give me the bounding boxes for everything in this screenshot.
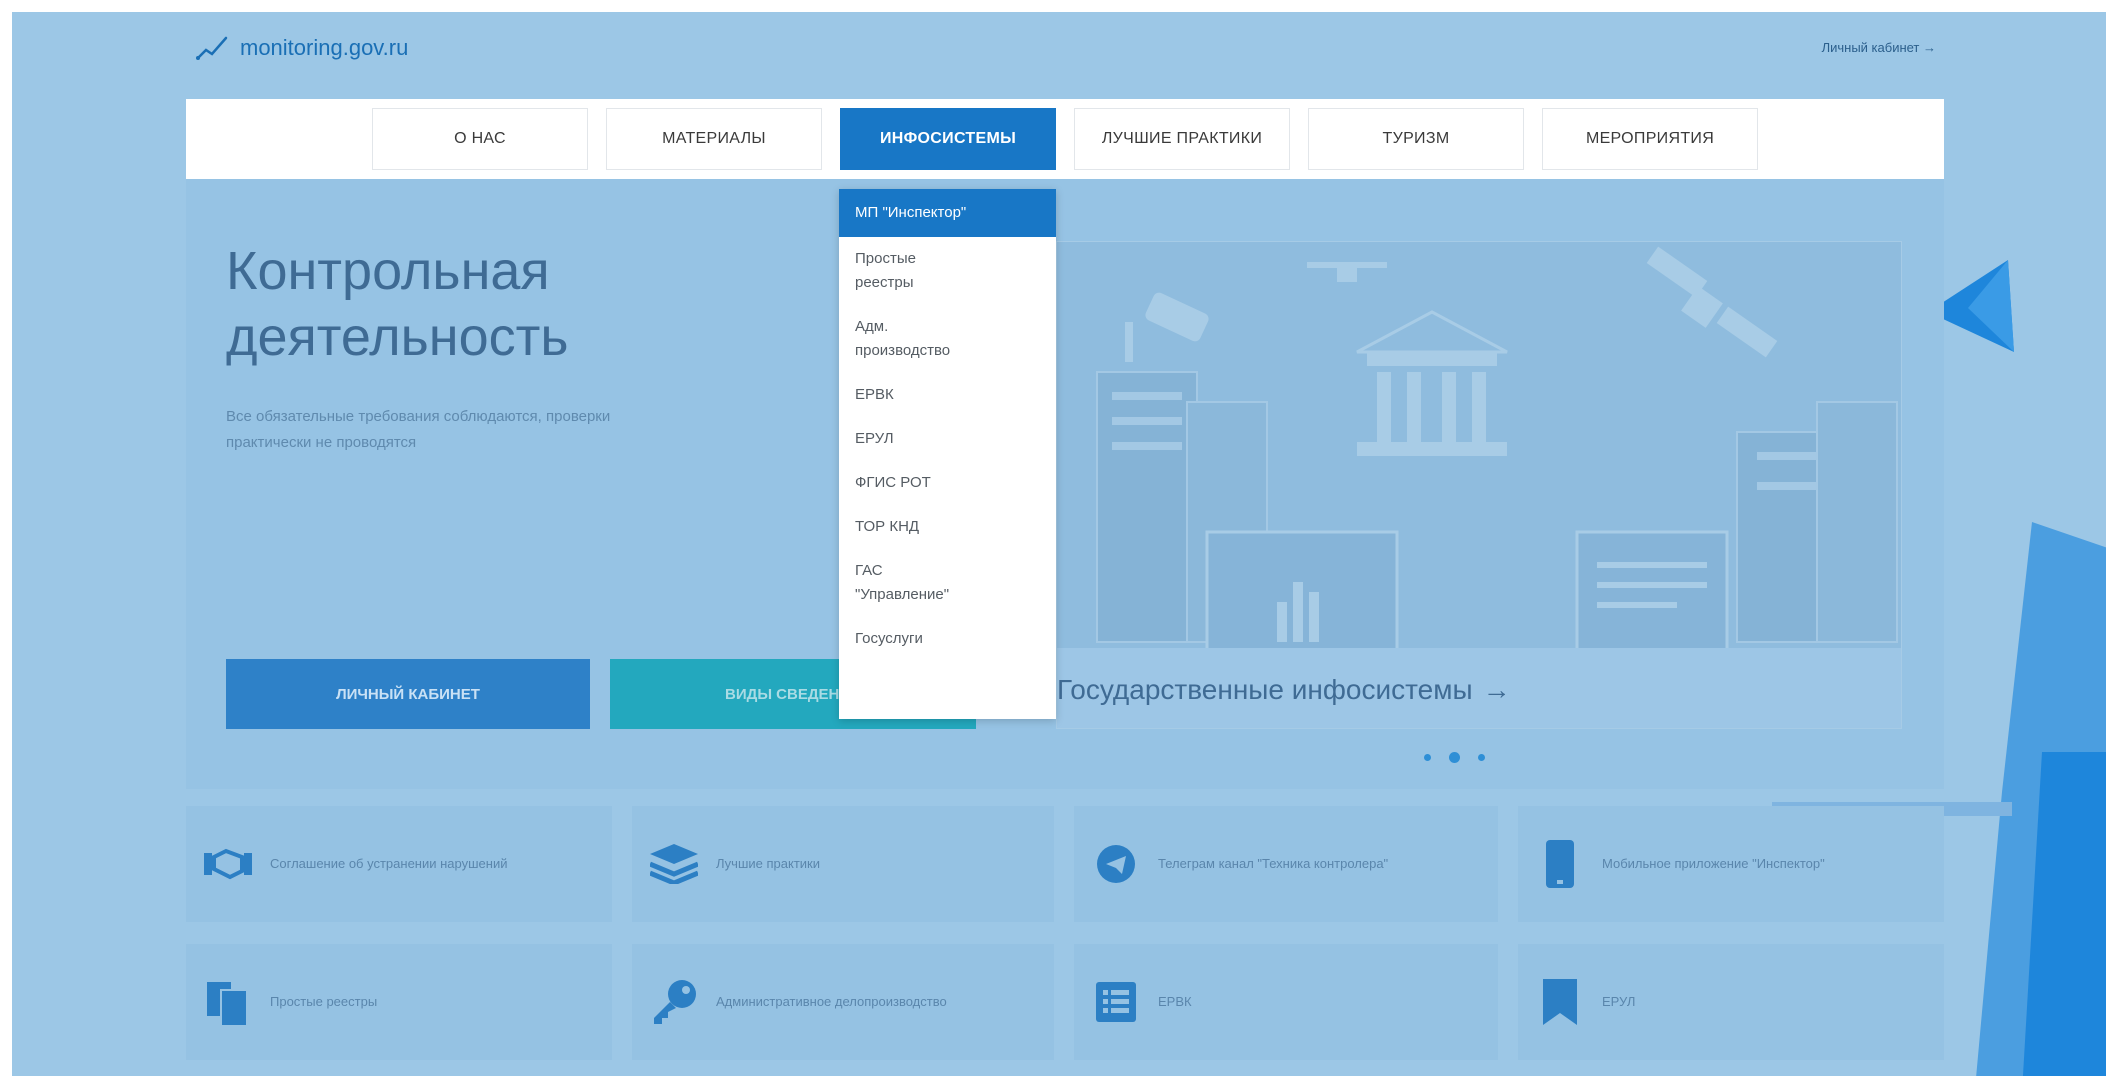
tile-label: Мобильное приложение "Инспектор" bbox=[1602, 856, 1825, 871]
nav-item-about[interactable]: О НАС bbox=[372, 108, 588, 170]
slider-dots bbox=[1424, 752, 1485, 763]
tile-ervk[interactable]: ЕРВК bbox=[1074, 944, 1498, 1060]
slider-dot[interactable] bbox=[1424, 754, 1431, 761]
telegram-icon bbox=[1092, 840, 1140, 888]
dropdown-item-gosuslugi[interactable]: Госуслуги bbox=[839, 617, 1056, 661]
layers-icon bbox=[650, 840, 698, 888]
handshake-icon bbox=[204, 840, 252, 888]
tile-simple-registries[interactable]: Простые реестры bbox=[186, 944, 612, 1060]
tile-admin-proceedings[interactable]: Административное делопроизводство bbox=[632, 944, 1054, 1060]
title-line: Контрольная bbox=[226, 241, 550, 301]
tile-telegram[interactable]: Телеграм канал "Техника контролера" bbox=[1074, 806, 1498, 922]
tile-label: ЕРУЛ bbox=[1602, 994, 1636, 1009]
mobile-phone-icon bbox=[1536, 840, 1584, 888]
nav-item-tourism[interactable]: ТУРИЗМ bbox=[1308, 108, 1524, 170]
slide-caption-text: Государственные инфосистемы bbox=[1057, 674, 1473, 705]
slide-caption[interactable]: Государственные инфосистемы → bbox=[1057, 674, 1511, 706]
dropdown-item-simple-registries[interactable]: Простые реестры bbox=[839, 237, 1056, 305]
infosystems-dropdown: МП "Инспектор" Простые реестры Адм. произв… bbox=[839, 189, 1056, 719]
nav-item-materials[interactable]: МАТЕРИАЛЫ bbox=[606, 108, 822, 170]
nav-item-infosystems[interactable]: ИНФОСИСТЕМЫ bbox=[840, 108, 1056, 170]
logo-text: monitoring.gov.ru bbox=[240, 35, 409, 60]
key-icon bbox=[650, 978, 698, 1026]
bookmark-icon bbox=[1536, 978, 1584, 1026]
tile-label: Простые реестры bbox=[270, 994, 378, 1009]
title-line: деятельность bbox=[226, 307, 569, 367]
tile-erul[interactable]: ЕРУЛ bbox=[1518, 944, 1944, 1060]
tile-label: Соглашение об устранении нарушений bbox=[270, 856, 508, 871]
chart-line-icon bbox=[196, 36, 228, 60]
dropdown-item-erul[interactable]: ЕРУЛ bbox=[839, 417, 1056, 461]
nav-item-best-practices[interactable]: ЛУЧШИЕ ПРАКТИКИ bbox=[1074, 108, 1290, 170]
documents-icon bbox=[204, 978, 252, 1026]
slider-dot[interactable] bbox=[1478, 754, 1485, 761]
dropdown-item-tor-knd[interactable]: ТОР КНД bbox=[839, 505, 1056, 549]
tile-agreement[interactable]: Соглашение об устранении нарушений bbox=[186, 806, 612, 922]
dropdown-item-adm-proceedings[interactable]: Адм. производство bbox=[839, 305, 1056, 373]
tile-label: ЕРВК bbox=[1158, 994, 1192, 1009]
account-link[interactable]: Личный кабинет → bbox=[1822, 40, 1936, 55]
dropdown-item-ervk[interactable]: ЕРВК bbox=[839, 373, 1056, 417]
tile-best-practices[interactable]: Лучшие практики bbox=[632, 806, 1054, 922]
dropdown-item-fgis-rot[interactable]: ФГИС РОТ bbox=[839, 461, 1056, 505]
tile-label: Административное делопроизводство bbox=[716, 994, 947, 1009]
tile-mobile-app[interactable]: Мобильное приложение "Инспектор" bbox=[1518, 806, 1944, 922]
infosystems-illustration bbox=[1096, 246, 1898, 650]
dropdown-item-gas-management[interactable]: ГАС "Управление" bbox=[839, 549, 1056, 617]
tile-label: Телеграм канал "Техника контролера" bbox=[1158, 856, 1389, 871]
page-title: Контрольная деятельность bbox=[226, 238, 569, 370]
slider-dot-active[interactable] bbox=[1449, 752, 1460, 763]
personal-cabinet-button[interactable]: ЛИЧНЫЙ КАБИНЕТ bbox=[226, 659, 590, 729]
dropdown-item-inspector[interactable]: МП "Инспектор" bbox=[839, 189, 1056, 237]
arrow-right-icon: → bbox=[1482, 674, 1511, 705]
slide-illustration[interactable]: Государственные инфосистемы → bbox=[1056, 241, 1902, 729]
list-icon bbox=[1092, 978, 1140, 1026]
hero-subtitle: Все обязательные требования соблюдаются,… bbox=[226, 408, 611, 451]
site-logo[interactable]: monitoring.gov.ru bbox=[196, 34, 408, 62]
nav-item-events[interactable]: МЕРОПРИЯТИЯ bbox=[1542, 108, 1758, 170]
main-nav: О НАС МАТЕРИАЛЫ ИНФОСИСТЕМЫ ЛУЧШИЕ ПРАКТ… bbox=[186, 99, 1944, 179]
tile-label: Лучшие практики bbox=[716, 856, 820, 871]
